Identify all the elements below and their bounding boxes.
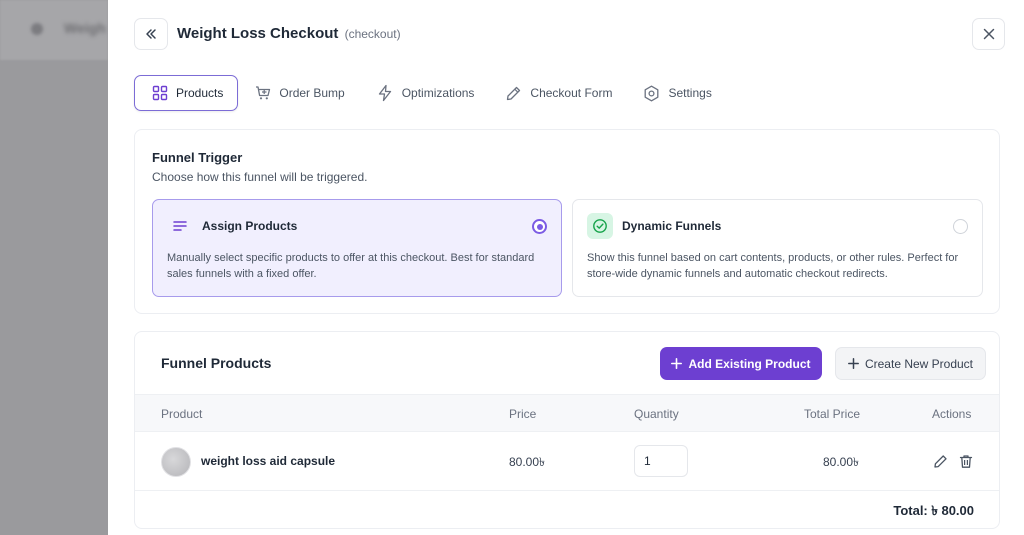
option-icon-wrap <box>587 213 613 239</box>
pencil-icon <box>933 454 947 468</box>
product-thumbnail <box>161 447 191 477</box>
section-description: Choose how this funnel will be triggered… <box>152 170 368 184</box>
grid-icon <box>152 85 168 101</box>
quantity-input[interactable]: 1 <box>634 445 688 477</box>
page-title-type: (checkout) <box>344 27 401 41</box>
funnel-trigger-card: Funnel Trigger Choose how this funnel wi… <box>134 129 1000 314</box>
tab-order-bump[interactable]: Order Bump <box>238 75 358 111</box>
tab-label: Optimizations <box>401 86 475 100</box>
cart-icon <box>256 86 271 100</box>
product-total-price: 80.00৳ <box>823 455 860 469</box>
delete-button[interactable] <box>958 453 974 469</box>
plus-icon <box>848 358 859 369</box>
table-row: weight loss aid capsule 80.00৳ 1 80.00৳ <box>135 432 999 491</box>
tab-products[interactable]: Products <box>134 75 239 111</box>
double-chevron-left-icon <box>146 29 156 39</box>
back-button[interactable] <box>134 18 168 50</box>
product-name: weight loss aid capsule <box>201 454 336 468</box>
column-header-product: Product <box>161 407 203 421</box>
page-title: Weight Loss Checkout (checkout) <box>177 25 401 42</box>
plus-icon <box>671 358 683 369</box>
option-assign-products[interactable]: Assign Products Manually select specific… <box>152 199 562 297</box>
pen-icon <box>507 86 521 100</box>
section-title: Funnel Trigger <box>152 150 243 165</box>
tab-label: Order Bump <box>279 86 345 100</box>
backdrop-icon <box>31 23 43 35</box>
order-total: Total: ৳ 80.00 <box>893 503 974 518</box>
option-title: Dynamic Funnels <box>622 219 722 233</box>
column-header-price: Price <box>509 407 537 421</box>
create-new-product-button[interactable]: Create New Product <box>835 347 986 380</box>
edit-button[interactable] <box>932 453 948 469</box>
option-icon-wrap <box>167 213 193 239</box>
funnel-products-card: Funnel Products Add Existing Product Cre… <box>134 331 1000 529</box>
option-description: Show this funnel based on cart contents,… <box>587 252 959 280</box>
tab-label: Settings <box>668 86 712 100</box>
tab-label: Checkout Form <box>530 86 613 100</box>
tab-settings[interactable]: Settings <box>626 75 725 111</box>
close-icon <box>983 28 994 40</box>
button-label: Add Existing Product <box>688 356 811 371</box>
list-icon <box>173 221 187 231</box>
button-label: Create New Product <box>864 356 974 371</box>
trash-icon <box>959 454 973 468</box>
option-description: Manually select specific products to off… <box>167 252 535 280</box>
tab-optimizations[interactable]: Optimizations <box>359 75 489 111</box>
close-button[interactable] <box>972 18 1005 50</box>
option-dynamic-funnels[interactable]: Dynamic Funnels Show this funnel based o… <box>572 199 983 297</box>
column-header-quantity: Quantity <box>634 407 679 421</box>
checkout-editor-panel: Weight Loss Checkout (checkout) Products <box>108 0 1024 535</box>
column-header-actions: Actions <box>932 407 972 421</box>
table-header: Product Price Quantity Total Price Actio… <box>135 394 999 432</box>
check-circle-icon <box>593 219 607 233</box>
tab-checkout-form[interactable]: Checkout Form <box>488 75 626 111</box>
radio-assign-products[interactable] <box>532 219 547 234</box>
option-title: Assign Products <box>202 219 298 233</box>
lightning-icon <box>378 84 391 102</box>
section-title: Funnel Products <box>161 355 272 371</box>
tab-label: Products <box>176 86 224 100</box>
page-title-text: Weight Loss Checkout <box>177 25 339 42</box>
column-header-total-price: Total Price <box>804 407 861 421</box>
radio-dynamic-funnels[interactable] <box>953 219 968 234</box>
tab-bar: Products Order Bump Optimizations Checko… <box>134 75 726 111</box>
settings-icon <box>645 85 659 101</box>
add-existing-product-button[interactable]: Add Existing Product <box>660 347 822 380</box>
product-price: 80.00৳ <box>509 455 546 469</box>
backdrop-title: Weigh <box>64 20 106 36</box>
